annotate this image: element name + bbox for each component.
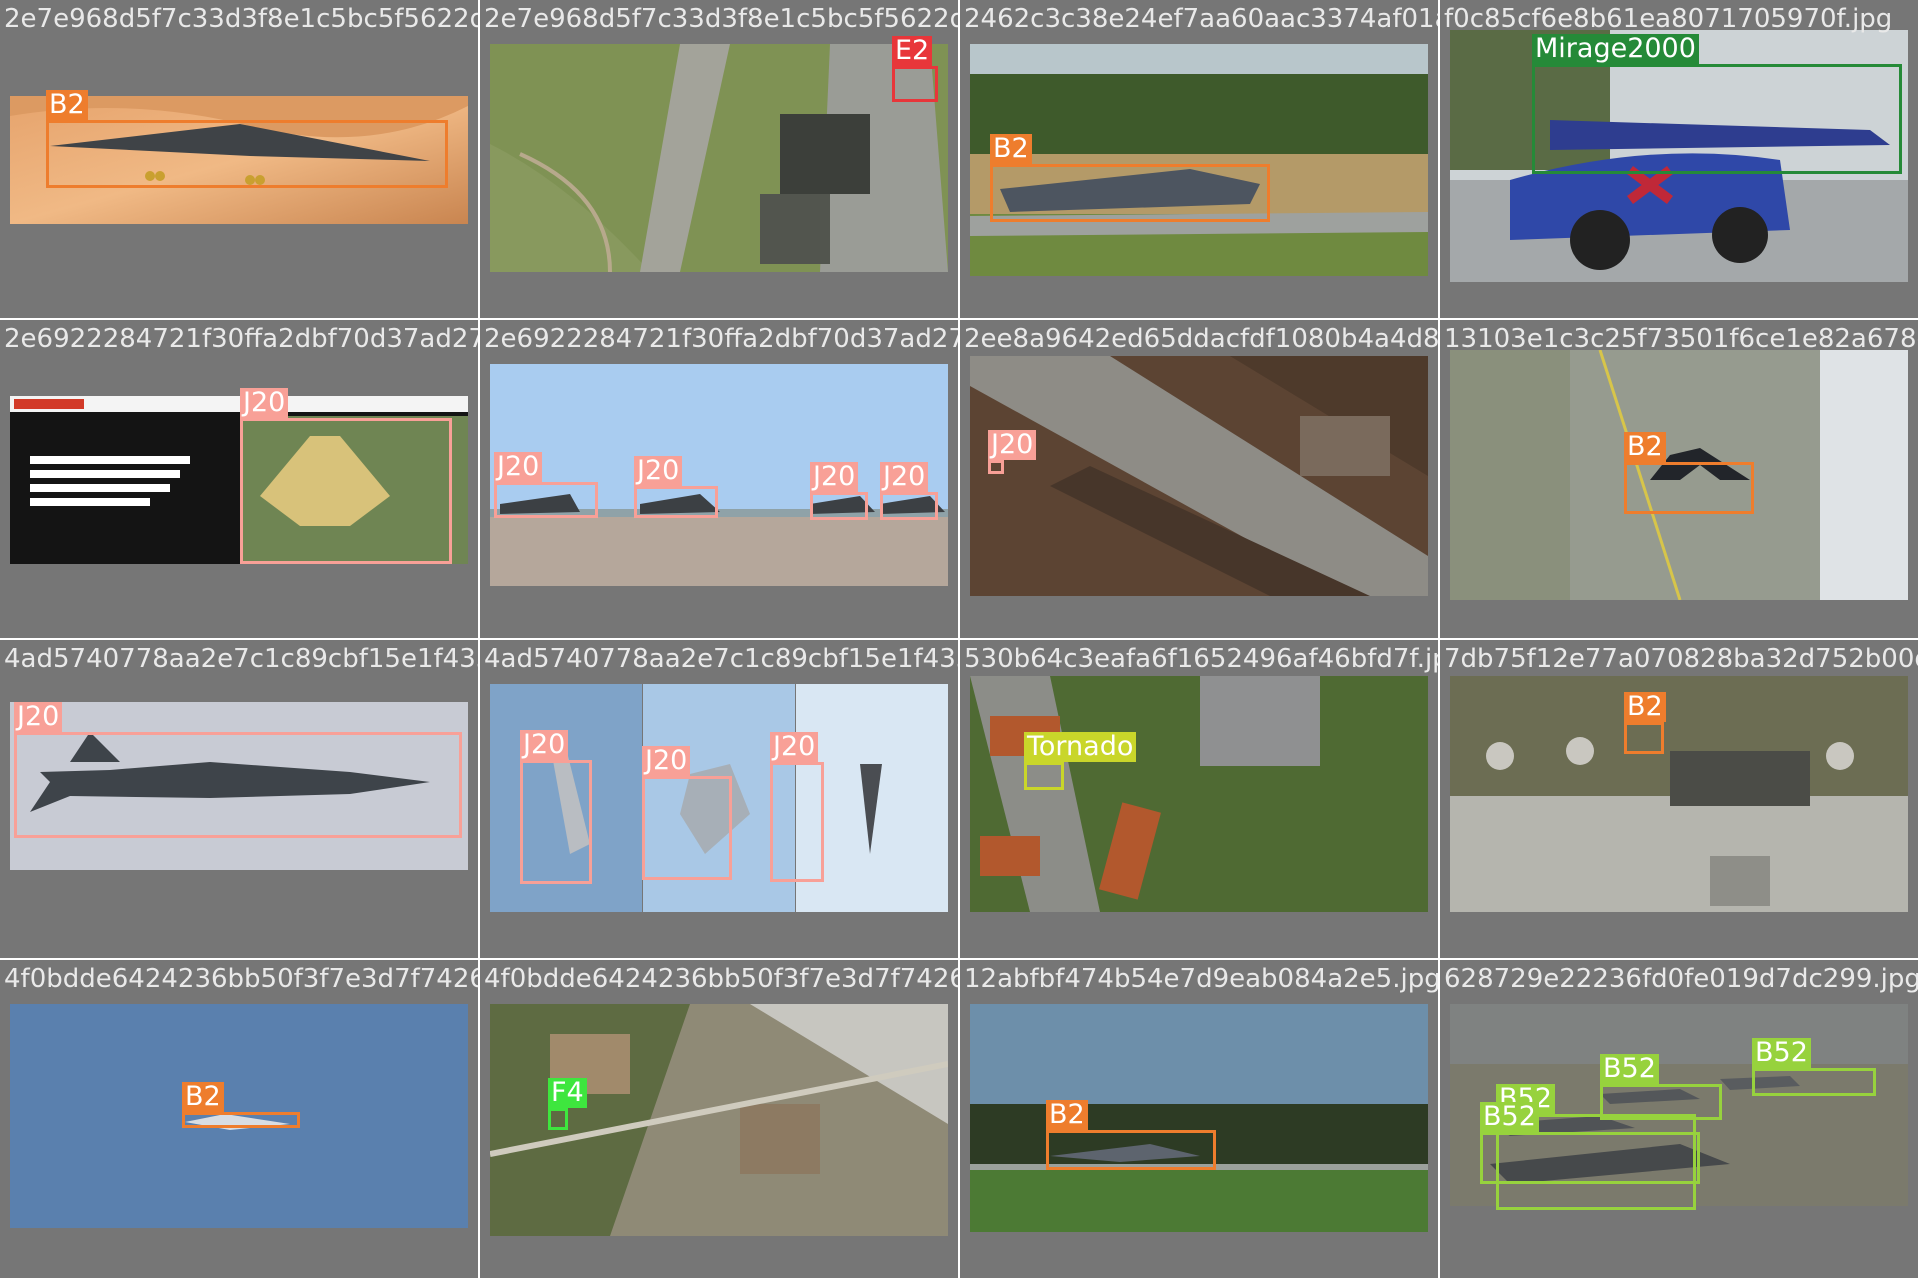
detection-box: J20 [988, 430, 1037, 474]
aircraft-photo [970, 356, 1428, 596]
image-tile[interactable]: 530b64c3eafa6f1652496af46bfd7f.jpg Torna… [960, 640, 1438, 958]
image-filename: 628729e22236fd0fe019d7dc299.jpg [1444, 964, 1918, 994]
detection-box: J20 [770, 732, 824, 882]
detection-box: J20 [634, 456, 718, 518]
detection-box: J20 [494, 452, 598, 518]
image-tile[interactable]: 2e7e968d5f7c33d3f8e1c5bc5f5622d4c9.jpg B… [0, 0, 478, 318]
image-filename: 4ad5740778aa2e7c1c89cbf15e1f433a.jpg [484, 644, 958, 674]
image-tile[interactable]: 2e7e968d5f7c33d3f8e1c5bc5f5622d4c9.jpg E… [480, 0, 958, 318]
image-tile[interactable]: 4ad5740778aa2e7c1c89cbf15e1f433a.jpg J20… [480, 640, 958, 958]
image-tile[interactable]: 4ad5740778aa2e7c1c89cbf15e1f433a.jpg J20 [0, 640, 478, 958]
detection-box: E2 [892, 36, 938, 102]
detection-box: B52 [1600, 1054, 1722, 1120]
image-filename: 7db75f12e77a070828ba32d752b00dcf43742918… [1444, 644, 1918, 674]
image-tile[interactable]: 4f0bdde6424236bb50f3f7e3d7f7426f.jpg B2 [0, 960, 478, 1278]
image-filename: 2e7e968d5f7c33d3f8e1c5bc5f5622d4c9.jpg [4, 4, 478, 34]
detection-box: B2 [1046, 1100, 1216, 1170]
detection-box: B2 [182, 1082, 300, 1128]
image-tile[interactable]: 13103e1c3c25f73501f6ce1e82a678dc995e3d5e… [1440, 320, 1918, 638]
image-filename: f0c85cf6e8b61ea8071705970f.jpg [1444, 4, 1893, 34]
detection-mosaic: 2e7e968d5f7c33d3f8e1c5bc5f5622d4c9.jpg B… [0, 0, 1920, 1280]
detection-label: J20 [240, 388, 289, 418]
detection-box: B2 [1624, 432, 1754, 514]
detection-box: J20 [880, 462, 938, 520]
image-tile[interactable]: 4f0bdde6424236bb50f3f7e3d7f7426f.jpg F4 [480, 960, 958, 1278]
detection-label: Mirage2000 [1532, 34, 1699, 64]
image-tile[interactable]: 2e6922284721f30ffa2dbf70d37ad27d92.jpg J… [0, 320, 478, 638]
image-filename: 2e6922284721f30ffa2dbf70d37ad27d92.jpg [484, 324, 958, 354]
image-filename: 2462c3c38e24ef7aa60aac3374af01a.jpg [964, 4, 1438, 34]
detection-box: B2 [1624, 692, 1666, 754]
image-tile[interactable]: 628729e22236fd0fe019d7dc299.jpg B52 B52 … [1440, 960, 1918, 1278]
aircraft-photo [970, 676, 1428, 912]
image-filename: 4f0bdde6424236bb50f3f7e3d7f7426f.jpg [484, 964, 958, 994]
detection-label: B2 [1046, 1100, 1088, 1130]
detection-label: B52 [1752, 1038, 1811, 1068]
image-tile[interactable]: 7db75f12e77a070828ba32d752b00dcf43742918… [1440, 640, 1918, 958]
image-tile[interactable]: 2462c3c38e24ef7aa60aac3374af01a.jpg B2 [960, 0, 1438, 318]
detection-label: J20 [634, 456, 683, 486]
detection-label: J20 [880, 462, 929, 492]
detection-label: B2 [990, 134, 1032, 164]
detection-box: Mirage2000 [1532, 34, 1902, 174]
detection-box: Tornado [1024, 732, 1137, 790]
image-tile[interactable]: 2e6922284721f30ffa2dbf70d37ad27d92.jpg J… [480, 320, 958, 638]
detection-box: B2 [990, 134, 1270, 222]
aircraft-photo [970, 1004, 1428, 1232]
image-tile[interactable]: f0c85cf6e8b61ea8071705970f.jpg Mirage200… [1440, 0, 1918, 318]
detection-box: J20 [810, 462, 868, 520]
detection-label: J20 [520, 730, 569, 760]
image-filename: 4ad5740778aa2e7c1c89cbf15e1f433a.jpg [4, 644, 478, 674]
image-filename: 12abfbf474b54e7d9eab084a2e5.jpg [964, 964, 1438, 994]
image-tile[interactable]: 12abfbf474b54e7d9eab084a2e5.jpg B2 [960, 960, 1438, 1278]
detection-box: B52 [1752, 1038, 1876, 1096]
detection-label: J20 [642, 746, 691, 776]
detection-label: Tornado [1024, 732, 1137, 762]
detection-label: J20 [988, 430, 1037, 460]
detection-label: J20 [494, 452, 543, 482]
detection-label: B2 [1624, 692, 1666, 722]
detection-label: B2 [46, 90, 88, 120]
detection-box: J20 [240, 388, 452, 564]
image-filename: 2ee8a9642ed65ddacfdf1080b4a4d8c363d.jpg [964, 324, 1438, 354]
image-filename: 2e6922284721f30ffa2dbf70d37ad27d92.jpg [4, 324, 478, 354]
aircraft-photo [970, 44, 1428, 276]
image-filename: 13103e1c3c25f73501f6ce1e82a678dc995e3d5e… [1444, 324, 1918, 354]
detection-box: J20 [520, 730, 592, 884]
detection-label: B2 [1624, 432, 1666, 462]
detection-label: J20 [810, 462, 859, 492]
detection-label: B52 [1600, 1054, 1659, 1084]
image-filename: 530b64c3eafa6f1652496af46bfd7f.jpg [964, 644, 1438, 674]
detection-box: J20 [642, 746, 732, 880]
aircraft-photo [490, 44, 948, 272]
detection-label: B2 [182, 1082, 224, 1112]
detection-box: B2 [46, 90, 448, 188]
image-tile[interactable]: 2ee8a9642ed65ddacfdf1080b4a4d8c363d.jpg … [960, 320, 1438, 638]
detection-box: F4 [548, 1078, 587, 1130]
detection-box: B52 [1480, 1102, 1700, 1184]
detection-box: J20 [14, 702, 462, 838]
detection-label: E2 [892, 36, 933, 66]
aircraft-photo [1450, 676, 1908, 912]
detection-label: J20 [14, 702, 63, 732]
image-filename: 2e7e968d5f7c33d3f8e1c5bc5f5622d4c9.jpg [484, 4, 958, 34]
detection-label: F4 [548, 1078, 587, 1108]
detection-label: B52 [1480, 1102, 1539, 1132]
image-filename: 4f0bdde6424236bb50f3f7e3d7f7426f.jpg [4, 964, 478, 994]
detection-label: J20 [770, 732, 819, 762]
